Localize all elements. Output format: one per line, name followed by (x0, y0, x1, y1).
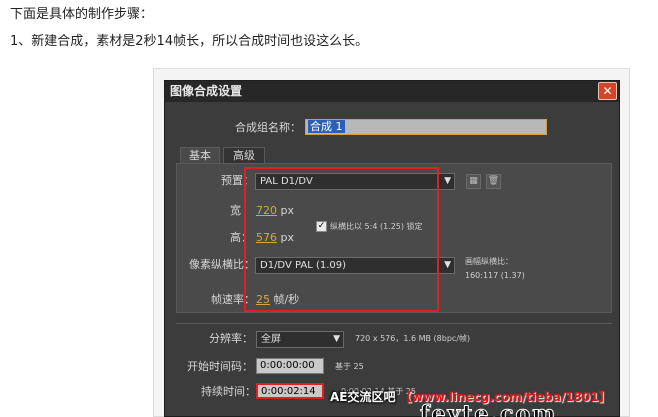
height-label: 高： (230, 231, 252, 244)
height-value[interactable]: 576 (256, 231, 277, 244)
start-timecode-info: 基于 25 (335, 362, 364, 371)
width-value[interactable]: 720 (256, 204, 277, 217)
pixel-aspect-value: D1/DV PAL (1.09) (260, 260, 347, 271)
close-button[interactable]: ✕ (598, 82, 617, 100)
section-divider (176, 323, 612, 324)
composition-settings-dialog: 图像合成设置 ✕ 合成组名称： 合成 1 基本 高级 预置： PAL D1/DV… (164, 80, 620, 417)
resolution-select[interactable]: 全屏 ▼ (256, 331, 344, 348)
watermark-prefix: AE交流区吧 (330, 390, 396, 404)
chevron-down-icon: ▼ (444, 176, 451, 186)
chevron-down-icon: ▼ (444, 260, 451, 270)
preset-value: PAL D1/DV (260, 176, 313, 187)
width-field[interactable]: 720 px (256, 204, 294, 218)
resolution-value: 全屏 (261, 334, 281, 345)
intro-text: 下面是具体的制作步骤： (10, 7, 154, 22)
composition-name-value: 合成 1 (308, 120, 345, 133)
dialog-titlebar: 图像合成设置 ✕ (165, 81, 619, 102)
width-unit: px (280, 204, 295, 217)
lock-aspect-checkbox[interactable]: ✓ (316, 221, 327, 232)
site-logo: fevte.com (419, 401, 558, 417)
chevron-down-icon: ▼ (333, 334, 340, 344)
tab-basic[interactable]: 基本 (180, 147, 220, 163)
preset-label: 预置： (221, 174, 254, 187)
width-label: 宽 (230, 204, 241, 217)
step-1-text: 1、新建合成，素材是2秒14帧长，所以合成时间也设这么长。 (10, 34, 369, 49)
pixel-aspect-select[interactable]: D1/DV PAL (1.09) ▼ (255, 257, 455, 274)
frame-rate-value[interactable]: 25 (256, 293, 270, 306)
composition-name-input[interactable]: 合成 1 (305, 119, 547, 135)
frame-rate-field[interactable]: 25 帧/秒 (256, 293, 299, 307)
frame-aspect-value: 160:117 (1.37) (465, 271, 525, 280)
save-preset-icon[interactable]: ▦ (466, 174, 481, 189)
start-timecode-label: 开始时间码： (187, 360, 253, 373)
lock-aspect-label: 纵横比以 5:4 (1.25) 锁定 (330, 222, 423, 231)
start-timecode-input[interactable]: 0:00:00:00 (256, 358, 324, 374)
resolution-label: 分辨率： (209, 332, 253, 345)
height-unit: px (280, 231, 295, 244)
frame-rate-label: 帧速率： (211, 293, 255, 306)
duration-input[interactable]: 0:00:02:14 (256, 383, 324, 399)
composition-name-label: 合成组名称： (235, 121, 301, 134)
height-field[interactable]: 576 px (256, 231, 294, 245)
tab-advanced[interactable]: 高级 (223, 147, 265, 163)
resolution-info: 720 x 576，1.6 MB (8bpc/帧) (355, 334, 471, 343)
dialog-title: 图像合成设置 (170, 84, 243, 98)
pixel-aspect-label: 像素纵横比： (189, 258, 255, 271)
preset-select[interactable]: PAL D1/DV ▼ (255, 173, 455, 190)
delete-preset-icon[interactable]: 🗑 (486, 174, 501, 189)
duration-label: 持续时间： (201, 385, 256, 398)
frame-aspect-label: 画幅纵横比： (465, 257, 513, 266)
frame-rate-unit: 帧/秒 (273, 293, 300, 306)
